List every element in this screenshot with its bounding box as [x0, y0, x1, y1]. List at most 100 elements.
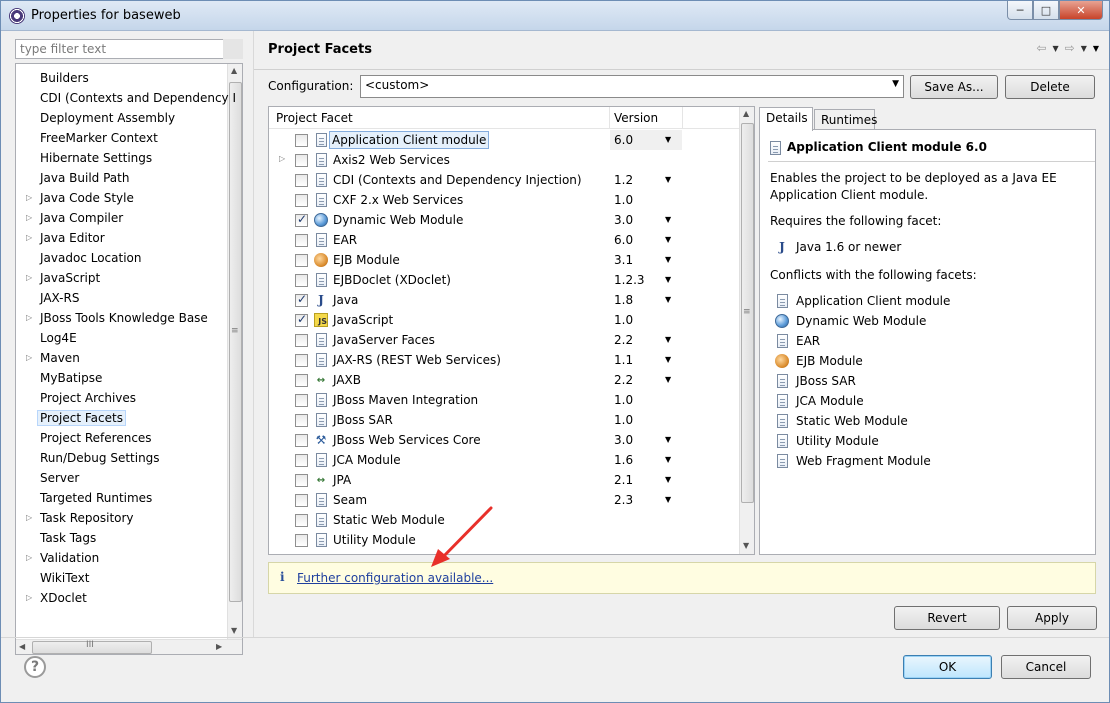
- facet-checkbox[interactable]: [295, 454, 308, 467]
- table-row[interactable]: EJB Module 3.1 ▼: [269, 250, 741, 270]
- expand-icon[interactable]: ▷: [279, 154, 285, 163]
- sidebar-item[interactable]: MyBatipse: [16, 368, 230, 388]
- sidebar-item[interactable]: WikiText: [16, 568, 230, 588]
- further-configuration-link[interactable]: Further configuration available...: [297, 571, 493, 585]
- table-row[interactable]: J Java 1.8 ▼: [269, 290, 741, 310]
- sidebar-item[interactable]: Hibernate Settings: [16, 148, 230, 168]
- table-row[interactable]: ▷ Axis2 Web Services: [269, 150, 741, 170]
- facet-checkbox[interactable]: [295, 474, 308, 487]
- facet-checkbox[interactable]: [295, 254, 308, 267]
- facet-checkbox[interactable]: [295, 134, 308, 147]
- maximize-button[interactable]: □: [1033, 1, 1059, 20]
- facet-checkbox[interactable]: [295, 334, 308, 347]
- facet-version[interactable]: 1.0: [614, 413, 633, 427]
- facet-checkbox[interactable]: [295, 434, 308, 447]
- facet-checkbox[interactable]: [295, 154, 308, 167]
- facet-version[interactable]: 1.0: [614, 393, 633, 407]
- forward-arrow-icon[interactable]: ⇨: [1065, 41, 1075, 55]
- tree-horizontal-scrollbar[interactable]: ◀ III ▶: [16, 639, 242, 654]
- sidebar-item[interactable]: Task Tags: [16, 528, 230, 548]
- table-row[interactable]: JAX-RS (REST Web Services) 1.1 ▼: [269, 350, 741, 370]
- chevron-down-icon[interactable]: ▼: [665, 475, 671, 484]
- facet-version[interactable]: 2.3: [614, 493, 633, 507]
- apply-button[interactable]: Apply: [1007, 606, 1097, 630]
- table-row[interactable]: Utility Module: [269, 530, 741, 550]
- expand-icon[interactable]: ▷: [26, 228, 32, 248]
- chevron-down-icon[interactable]: ▼: [665, 295, 671, 304]
- sidebar-item[interactable]: FreeMarker Context: [16, 128, 230, 148]
- sidebar-item[interactable]: ▷ Task Repository: [16, 508, 230, 528]
- facet-version[interactable]: 3.0: [614, 213, 633, 227]
- chevron-down-icon[interactable]: ▼: [665, 135, 671, 144]
- facet-version[interactable]: 6.0: [614, 133, 633, 147]
- sidebar-item[interactable]: Java Build Path: [16, 168, 230, 188]
- facet-checkbox[interactable]: [295, 234, 308, 247]
- expand-icon[interactable]: ▷: [26, 268, 32, 288]
- chevron-down-icon[interactable]: ▼: [665, 275, 671, 284]
- sidebar-item[interactable]: Deployment Assembly: [16, 108, 230, 128]
- scroll-down-icon[interactable]: ▼: [743, 541, 749, 550]
- facet-version[interactable]: 6.0: [614, 233, 633, 247]
- expand-icon[interactable]: ▷: [26, 188, 32, 208]
- table-row[interactable]: Dynamic Web Module 3.0 ▼: [269, 210, 741, 230]
- chevron-down-icon[interactable]: ▼: [665, 455, 671, 464]
- facet-checkbox[interactable]: [295, 534, 308, 547]
- scroll-down-icon[interactable]: ▼: [231, 626, 237, 635]
- sidebar-item[interactable]: ▷ XDoclet: [16, 588, 230, 608]
- chevron-down-icon[interactable]: ▼: [1052, 44, 1058, 55]
- sidebar-item[interactable]: Targeted Runtimes: [16, 488, 230, 508]
- table-row[interactable]: JBoss SAR 1.0: [269, 410, 741, 430]
- chevron-down-icon[interactable]: ▼: [665, 495, 671, 504]
- chevron-down-icon[interactable]: ▼: [665, 355, 671, 364]
- facet-version[interactable]: 1.2.3: [614, 273, 645, 287]
- facet-checkbox[interactable]: [295, 274, 308, 287]
- sidebar-item[interactable]: Project Archives: [16, 388, 230, 408]
- facet-version[interactable]: 1.1: [614, 353, 633, 367]
- table-row[interactable]: EAR 6.0 ▼: [269, 230, 741, 250]
- expand-icon[interactable]: ▷: [26, 308, 32, 328]
- facet-checkbox[interactable]: [295, 514, 308, 527]
- minimize-button[interactable]: ─: [1007, 1, 1033, 20]
- sidebar-item[interactable]: ▷ JavaScript: [16, 268, 230, 288]
- view-menu-icon[interactable]: ▼: [1093, 44, 1099, 55]
- scroll-right-icon[interactable]: ▶: [216, 642, 222, 651]
- scroll-left-icon[interactable]: ◀: [19, 642, 25, 651]
- facet-checkbox[interactable]: [295, 494, 308, 507]
- facet-version[interactable]: 2.2: [614, 333, 633, 347]
- sidebar-item[interactable]: ▷ Validation: [16, 548, 230, 568]
- sidebar-item[interactable]: CDI (Contexts and Dependency I: [16, 88, 236, 108]
- sidebar-item[interactable]: Log4E: [16, 328, 230, 348]
- sidebar-item[interactable]: ▷ Java Editor: [16, 228, 230, 248]
- save-as-button[interactable]: Save As...: [910, 75, 998, 99]
- tab-details[interactable]: Details: [759, 107, 813, 131]
- column-header-facet[interactable]: Project Facet: [276, 111, 353, 125]
- facet-version[interactable]: 3.1: [614, 253, 633, 267]
- expand-icon[interactable]: ▷: [26, 208, 32, 228]
- facet-checkbox[interactable]: [295, 414, 308, 427]
- scroll-up-icon[interactable]: ▲: [231, 66, 237, 75]
- facet-checkbox[interactable]: [295, 194, 308, 207]
- facet-version[interactable]: 1.2: [614, 173, 633, 187]
- facet-checkbox[interactable]: [295, 374, 308, 387]
- help-icon[interactable]: ?: [24, 656, 46, 678]
- column-header-version[interactable]: Version: [614, 111, 658, 125]
- sidebar-item[interactable]: Project References: [16, 428, 230, 448]
- table-row[interactable]: ⚒ JBoss Web Services Core 3.0 ▼: [269, 430, 741, 450]
- scroll-up-icon[interactable]: ▲: [743, 109, 749, 118]
- chevron-down-icon[interactable]: ▼: [665, 435, 671, 444]
- configuration-select[interactable]: <custom> ▼: [360, 75, 904, 98]
- sidebar-item[interactable]: Project Facets: [16, 408, 230, 428]
- sidebar-item[interactable]: Server: [16, 468, 230, 488]
- table-row[interactable]: JBoss Maven Integration 1.0: [269, 390, 741, 410]
- back-arrow-icon[interactable]: ⇦: [1036, 41, 1046, 55]
- facet-version[interactable]: 1.8: [614, 293, 633, 307]
- chevron-down-icon[interactable]: ▼: [665, 235, 671, 244]
- facet-checkbox[interactable]: [295, 354, 308, 367]
- chevron-down-icon[interactable]: ▼: [665, 255, 671, 264]
- facet-checkbox[interactable]: [295, 292, 308, 307]
- expand-icon[interactable]: ▷: [26, 348, 32, 368]
- table-row[interactable]: EJBDoclet (XDoclet) 1.2.3 ▼: [269, 270, 741, 290]
- revert-button[interactable]: Revert: [894, 606, 1000, 630]
- table-row[interactable]: ↔ JPA 2.1 ▼: [269, 470, 741, 490]
- sidebar-item[interactable]: ▷ Java Code Style: [16, 188, 230, 208]
